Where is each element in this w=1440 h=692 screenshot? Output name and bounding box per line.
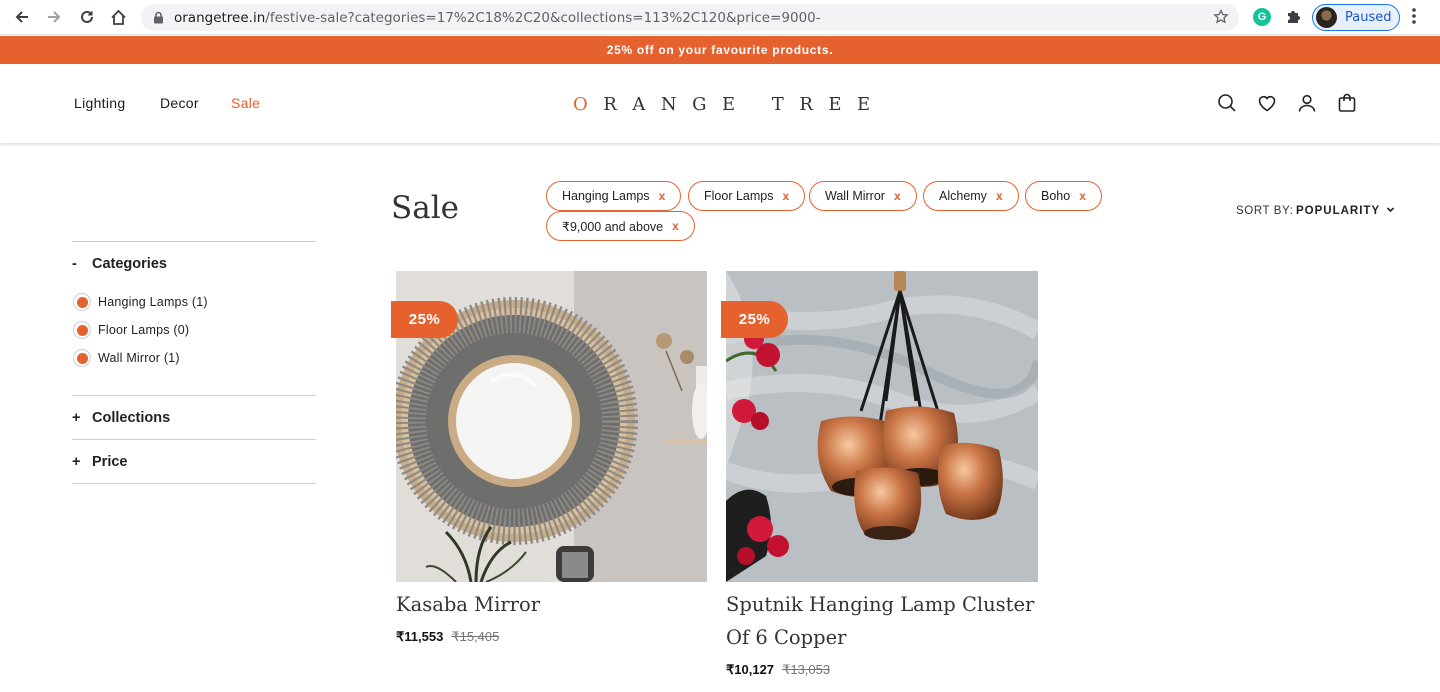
browser-toolbar: orangetree.in/festive-sale?categories=17…	[0, 0, 1440, 35]
product-price: ₹10,127 ₹13,053	[726, 662, 831, 677]
menu-lighting-link[interactable]: Lighting	[74, 95, 125, 111]
discount-badge: 25%	[391, 301, 458, 338]
filter-price-toggle[interactable]: + Price	[72, 454, 127, 470]
filter-chip-hanging-lamps[interactable]: Hanging Lamps x	[546, 181, 682, 211]
original-price: ₹15,405	[451, 629, 500, 644]
product-name-link[interactable]: Sputnik Hanging Lamp Cluster Of 6 Copper	[726, 588, 1038, 654]
browser-menu-icon[interactable]	[1412, 8, 1416, 29]
remove-chip-icon[interactable]: x	[894, 189, 901, 203]
profile-button[interactable]: Paused	[1312, 4, 1400, 31]
divider	[72, 241, 316, 242]
radio-selected[interactable]	[73, 321, 91, 339]
page-title: Sale	[391, 190, 459, 226]
filter-option-floor-lamps[interactable]: Floor Lamps (0)	[73, 321, 189, 339]
menu-sale-link[interactable]: Sale	[231, 95, 260, 111]
bookmark-star-icon[interactable]	[1213, 8, 1229, 30]
filter-chip-floor-lamps[interactable]: Floor Lamps x	[688, 181, 806, 211]
site-header: Lighting Decor Sale ORANGE TREE	[0, 64, 1440, 143]
original-price: ₹13,053	[782, 662, 831, 677]
announcement-bar: 25% off on your favourite products.	[0, 36, 1440, 64]
filter-chip-price[interactable]: ₹9,000 and above x	[546, 211, 695, 241]
reload-icon[interactable]	[76, 6, 98, 28]
remove-chip-icon[interactable]: x	[996, 189, 1003, 203]
site-logo[interactable]: ORANGE TREE	[573, 94, 886, 115]
search-icon[interactable]	[1216, 92, 1238, 114]
url-text: orangetree.in/festive-sale?categories=17…	[174, 10, 821, 26]
remove-chip-icon[interactable]: x	[782, 189, 789, 203]
grammarly-extension-icon[interactable]: G	[1253, 8, 1271, 26]
sort-dropdown[interactable]: POPULARITY	[1296, 205, 1395, 217]
menu-decor-link[interactable]: Decor	[160, 95, 199, 111]
extensions-puzzle-icon[interactable]	[1285, 8, 1302, 30]
divider	[72, 395, 316, 396]
product-name-link[interactable]: Kasaba Mirror	[396, 588, 707, 621]
profile-status-label: Paused	[1345, 10, 1392, 25]
remove-chip-icon[interactable]: x	[659, 189, 666, 203]
address-bar[interactable]: orangetree.in/festive-sale?categories=17…	[141, 4, 1239, 31]
chevron-down-icon	[1387, 207, 1395, 213]
filter-categories-toggle[interactable]: - Categories	[72, 256, 167, 272]
remove-chip-icon[interactable]: x	[672, 219, 679, 233]
avatar	[1316, 7, 1337, 28]
divider	[72, 483, 316, 484]
home-icon[interactable]	[107, 6, 129, 28]
discount-badge: 25%	[721, 301, 788, 338]
radio-selected[interactable]	[73, 349, 91, 367]
filter-chip-alchemy[interactable]: Alchemy x	[923, 181, 1019, 211]
filter-option-wall-mirror[interactable]: Wall Mirror (1)	[73, 349, 180, 367]
filter-collections-toggle[interactable]: + Collections	[72, 410, 170, 426]
filter-chip-boho[interactable]: Boho x	[1025, 181, 1102, 211]
forward-icon[interactable]	[43, 6, 65, 28]
wishlist-heart-icon[interactable]	[1256, 92, 1278, 114]
product-price: ₹11,553 ₹15,405	[396, 629, 500, 644]
sort-label: SORT BY:	[1236, 205, 1294, 217]
radio-selected[interactable]	[73, 293, 91, 311]
remove-chip-icon[interactable]: x	[1079, 189, 1086, 203]
cart-bag-icon[interactable]	[1336, 92, 1358, 114]
account-user-icon[interactable]	[1296, 92, 1318, 114]
filter-option-hanging-lamps[interactable]: Hanging Lamps (1)	[73, 293, 208, 311]
back-icon[interactable]	[11, 6, 33, 28]
lock-icon	[153, 11, 164, 29]
divider	[72, 439, 316, 440]
filter-chip-wall-mirror[interactable]: Wall Mirror x	[809, 181, 917, 211]
